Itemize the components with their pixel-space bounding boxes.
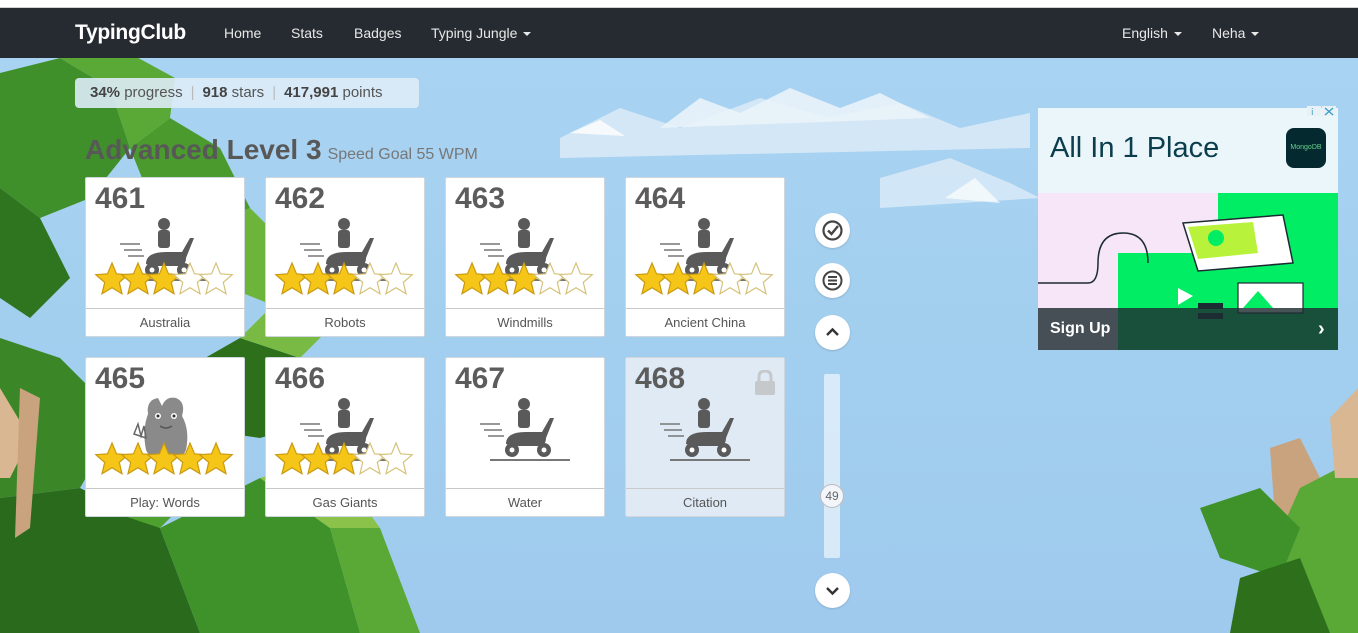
lesson-card[interactable]: 464 Ancient China bbox=[625, 177, 785, 337]
lesson-number: 467 bbox=[455, 362, 506, 395]
language-label: English bbox=[1122, 25, 1168, 41]
scroll-down-button[interactable] bbox=[815, 573, 850, 608]
progress-percent-label: progress bbox=[124, 84, 183, 101]
level-scroll-track[interactable] bbox=[824, 374, 840, 558]
lesson-card[interactable]: 465 Play: Words bbox=[85, 357, 245, 517]
advertisement-banner[interactable]: All In 1 Place MongoDB Sign Up › bbox=[1038, 108, 1338, 350]
menu-button[interactable] bbox=[815, 263, 850, 298]
scooter-rider-icon bbox=[634, 218, 774, 296]
menu-icon bbox=[822, 270, 843, 291]
points-label: points bbox=[342, 84, 383, 101]
lesson-card[interactable]: 468 Citation bbox=[625, 357, 785, 517]
scooter-rider-icon bbox=[454, 218, 594, 296]
lesson-number: 463 bbox=[455, 182, 506, 215]
lesson-scene: 34% progress | 918 stars | 417,991 points Ad… bbox=[0, 58, 1358, 633]
chevron-down-icon bbox=[1251, 32, 1260, 37]
lesson-number: 461 bbox=[95, 182, 146, 215]
ad-signup-label: Sign Up bbox=[1050, 320, 1111, 337]
monster-icon bbox=[94, 397, 234, 476]
speed-goal: Speed Goal 55 WPM bbox=[327, 146, 478, 163]
scooter-rider-icon bbox=[274, 398, 414, 476]
star-filled-icon bbox=[274, 441, 310, 476]
lesson-number: 468 bbox=[635, 362, 686, 395]
user-name: Neha bbox=[1212, 25, 1246, 41]
language-dropdown[interactable]: English bbox=[1122, 25, 1182, 41]
lesson-number: 464 bbox=[635, 182, 686, 215]
top-navbar: TypingClub Home Stats Badges Typing Jung… bbox=[0, 8, 1358, 58]
star-empty-icon bbox=[558, 261, 594, 296]
lesson-card[interactable]: 466 Gas Giants bbox=[265, 357, 425, 517]
star-filled-icon bbox=[94, 441, 130, 476]
scooter-rider-icon bbox=[480, 398, 570, 461]
svg-text:i: i bbox=[1311, 108, 1314, 116]
lesson-card[interactable]: 462 Robots bbox=[265, 177, 425, 337]
nav-home[interactable]: Home bbox=[224, 25, 261, 41]
chevron-down-icon bbox=[523, 32, 532, 37]
star-filled-icon bbox=[198, 441, 234, 476]
lesson-number: 465 bbox=[95, 362, 146, 395]
lesson-name: Ancient China bbox=[626, 308, 784, 336]
ad-headline: All In 1 Place bbox=[1050, 132, 1220, 164]
nav-badges[interactable]: Badges bbox=[354, 25, 401, 41]
check-button[interactable] bbox=[815, 213, 850, 248]
ad-close-icon[interactable]: i bbox=[1307, 106, 1337, 116]
progress-percent: 34% bbox=[90, 84, 121, 101]
check-circle-icon bbox=[822, 220, 843, 241]
star-empty-icon bbox=[198, 261, 234, 296]
scroll-position-indicator[interactable]: 49 bbox=[820, 484, 844, 508]
nav-typing-jungle-label: Typing Jungle bbox=[431, 25, 518, 41]
scooter-rider-icon bbox=[94, 218, 234, 296]
lesson-name: Water bbox=[446, 488, 604, 516]
lesson-name: Citation bbox=[626, 488, 784, 516]
lesson-name: Windmills bbox=[446, 308, 604, 336]
scroll-up-button[interactable] bbox=[815, 315, 850, 350]
star-filled-icon bbox=[94, 261, 130, 296]
star-empty-icon bbox=[378, 261, 414, 296]
star-empty-icon bbox=[738, 261, 774, 296]
star-empty-icon bbox=[378, 441, 414, 476]
lesson-name: Play: Words bbox=[86, 488, 244, 516]
chevron-right-icon: › bbox=[1318, 318, 1325, 340]
ad-logo: MongoDB bbox=[1286, 128, 1326, 168]
chevron-down-icon bbox=[826, 587, 839, 596]
scooter-rider-icon bbox=[274, 218, 414, 296]
star-filled-icon bbox=[454, 261, 490, 296]
chevron-up-icon bbox=[826, 327, 839, 336]
ad-signup-bar[interactable]: Sign Up › bbox=[1038, 308, 1338, 350]
lesson-name: Robots bbox=[266, 308, 424, 336]
chevron-down-icon bbox=[1173, 32, 1182, 37]
star-filled-icon bbox=[274, 261, 310, 296]
nav-stats[interactable]: Stats bbox=[291, 25, 323, 41]
lesson-name: Australia bbox=[86, 308, 244, 336]
lock-icon bbox=[755, 370, 775, 395]
brand-logo[interactable]: TypingClub bbox=[75, 21, 186, 45]
points-count: 417,991 bbox=[284, 84, 339, 101]
user-menu-dropdown[interactable]: Neha bbox=[1212, 25, 1260, 41]
scooter-rider-icon bbox=[660, 398, 750, 461]
lesson-card[interactable]: 463 Windmills bbox=[445, 177, 605, 337]
progress-summary: 34% progress | 918 stars | 417,991 points bbox=[75, 78, 419, 108]
lesson-card[interactable]: 467 Water bbox=[445, 357, 605, 517]
browser-top-strip bbox=[0, 0, 1358, 8]
star-filled-icon bbox=[634, 261, 670, 296]
lesson-number: 466 bbox=[275, 362, 326, 395]
nav-typing-jungle-dropdown[interactable]: Typing Jungle bbox=[431, 25, 532, 41]
lesson-name: Gas Giants bbox=[266, 488, 424, 516]
level-heading: Advanced Level 3 Speed Goal 55 WPM bbox=[85, 134, 478, 166]
lesson-number: 462 bbox=[275, 182, 326, 215]
lesson-card[interactable]: 461 Australia bbox=[85, 177, 245, 337]
stars-count: 918 bbox=[202, 84, 228, 101]
level-title: Advanced Level 3 bbox=[85, 134, 322, 165]
stars-label: stars bbox=[231, 84, 265, 101]
